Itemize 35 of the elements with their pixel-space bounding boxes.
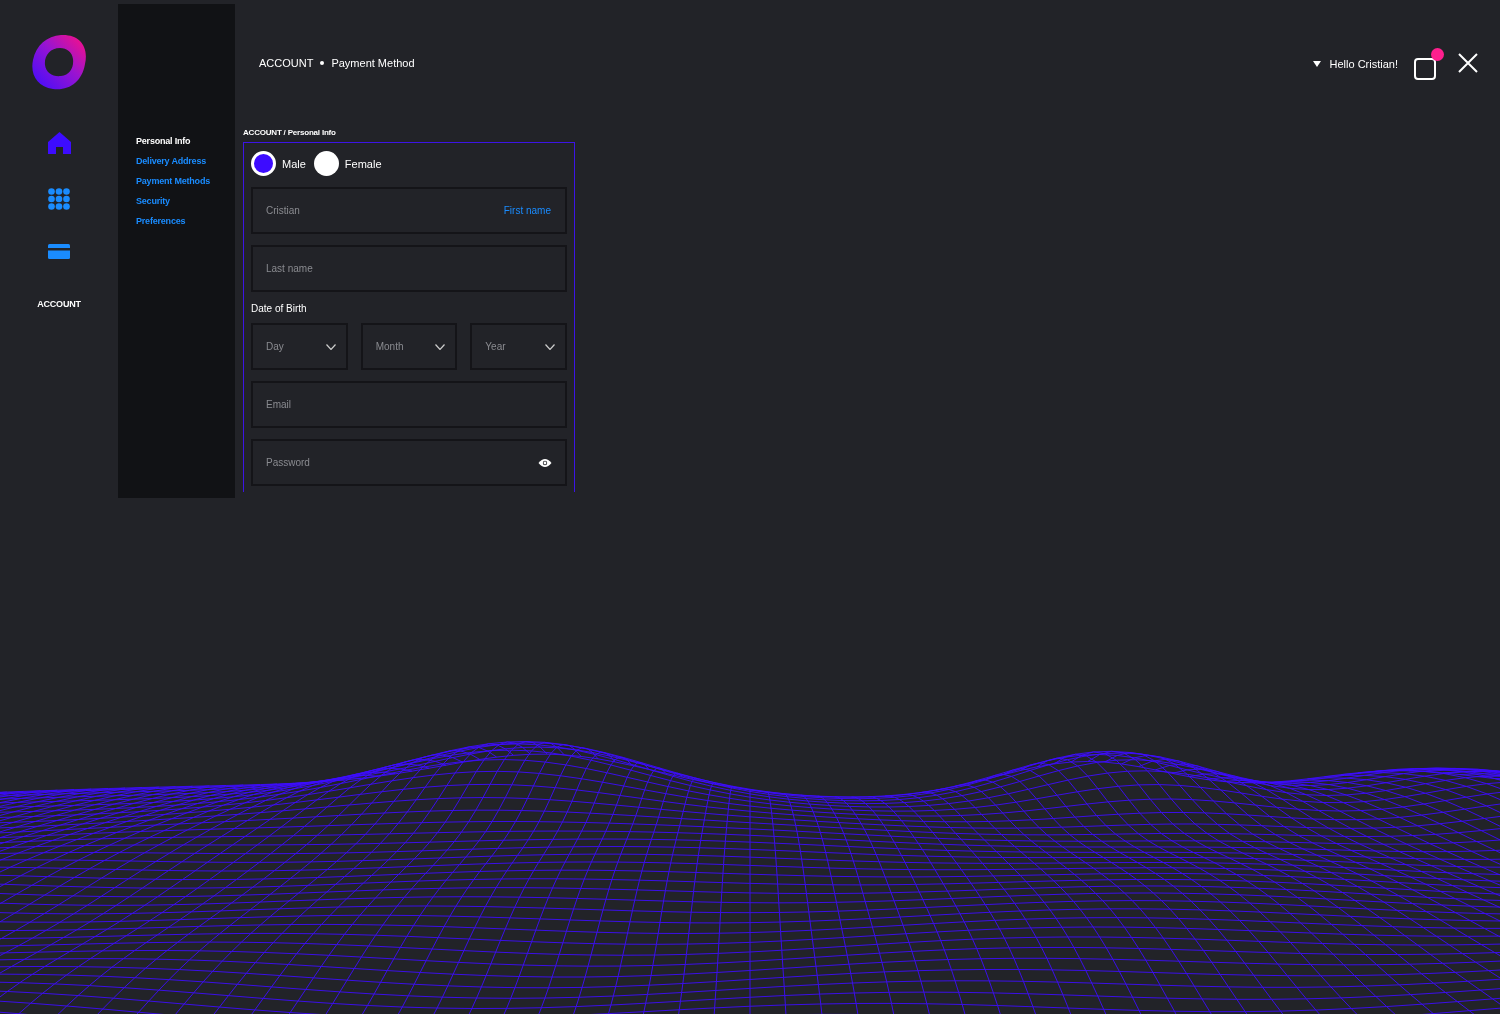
- grid-icon: [48, 188, 70, 210]
- breadcrumb-section[interactable]: ACCOUNT: [259, 57, 314, 69]
- user-menu[interactable]: Hello Cristian!: [1312, 58, 1398, 70]
- notifications-button[interactable]: [1414, 48, 1444, 80]
- eye-icon[interactable]: [538, 458, 552, 468]
- form-title: ACCOUNT / Personal Info: [243, 128, 337, 137]
- home-icon: [47, 132, 71, 154]
- square-icon: [1414, 56, 1438, 80]
- breadcrumb-page: Payment Method: [331, 57, 415, 69]
- credit-card-icon: [48, 244, 70, 259]
- date-of-birth-label: Date of Birth: [251, 303, 308, 314]
- first-name-label: First name: [503, 205, 551, 216]
- submenu-item[interactable]: Security: [136, 196, 235, 206]
- gender-radio[interactable]: Male: [251, 151, 306, 176]
- chevron-down-icon: [325, 343, 336, 350]
- submenu-item[interactable]: Payment Methods: [136, 176, 235, 186]
- submenu-item[interactable]: Preferences: [136, 216, 235, 226]
- gender-radio[interactable]: Female: [313, 151, 382, 176]
- account-nav-button[interactable]: ACCOUNT: [37, 293, 81, 315]
- date-select[interactable]: Month: [360, 323, 458, 370]
- caret-icon: [1312, 61, 1321, 67]
- date-select[interactable]: Day: [251, 323, 348, 370]
- chevron-down-icon: [545, 343, 555, 350]
- submenu-item[interactable]: Delivery Address: [136, 156, 235, 166]
- grid-nav-button[interactable]: [48, 188, 70, 210]
- submenu-item[interactable]: Personal Info: [136, 136, 235, 146]
- ring-logo: [31, 34, 87, 92]
- password-field[interactable]: Password: [251, 439, 567, 486]
- chevron-down-icon: [435, 343, 446, 350]
- date-select[interactable]: Year: [470, 323, 567, 370]
- separator-dot: [320, 61, 325, 65]
- last-name-field[interactable]: Last name: [251, 245, 567, 292]
- card-nav-button[interactable]: [48, 244, 70, 259]
- email-field[interactable]: Email: [251, 381, 567, 428]
- close-icon: [1458, 52, 1478, 73]
